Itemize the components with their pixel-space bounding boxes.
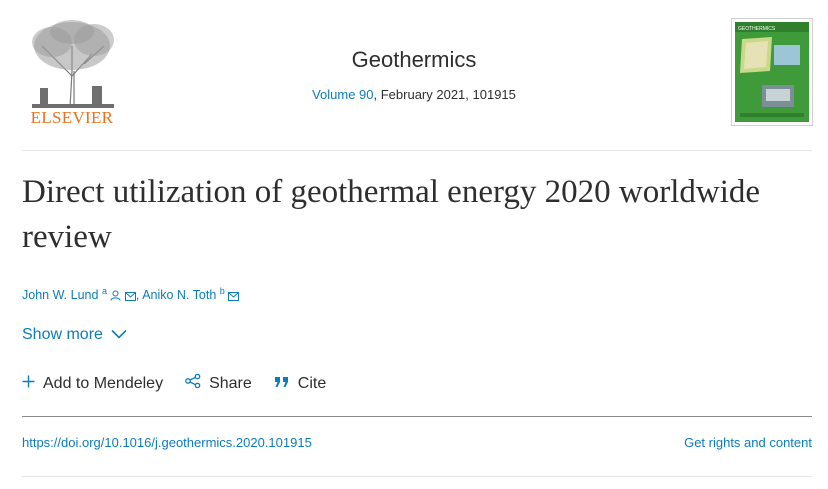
mail-icon[interactable] [228, 290, 240, 304]
show-more-button[interactable]: Show more [22, 326, 127, 344]
quote-icon [274, 375, 290, 393]
journal-title-block: Geothermics [0, 47, 828, 73]
article-title: Direct utilization of geothermal energy … [22, 174, 761, 255]
author-list: John W. Lund a , Aniko N. Toth b [22, 286, 240, 304]
footer-divider [22, 476, 812, 477]
cite-label: Cite [297, 374, 327, 392]
show-more-label: Show more [22, 326, 103, 343]
chevron-down-icon [111, 326, 127, 344]
share-button[interactable]: Share [185, 373, 252, 393]
share-label: Share [209, 374, 252, 392]
share-icon [185, 373, 201, 393]
toolbar-divider [22, 416, 812, 417]
doi-link[interactable]: https://doi.org/10.1016/j.geothermics.20… [22, 435, 312, 450]
author-link[interactable]: John W. Lund [22, 288, 98, 302]
article-toolbar: Add to Mendeley Share Cite [22, 373, 348, 393]
author-link[interactable]: Aniko N. Toth [142, 288, 216, 302]
rights-link[interactable]: Get rights and content [684, 435, 812, 450]
svg-text:GEOTHERMICS: GEOTHERMICS [738, 26, 776, 32]
journal-title[interactable]: Geothermics [0, 47, 828, 73]
volume-link[interactable]: Volume 90 [312, 87, 373, 102]
person-icon[interactable] [110, 290, 121, 304]
cite-button[interactable]: Cite [274, 375, 326, 393]
journal-issue-info: Volume 90, February 2021, 101915 [0, 87, 828, 102]
affiliation-marker[interactable]: a [102, 286, 107, 296]
plus-icon [22, 375, 35, 393]
elsevier-wordmark: ELSEVIER [30, 108, 114, 127]
article-header: ELSEVIER Geothermics Volume 90, February… [0, 0, 828, 150]
header-divider [22, 150, 812, 151]
journal-cover-image[interactable]: GEOTHERMICS [731, 18, 813, 126]
mail-icon[interactable] [124, 290, 136, 304]
affiliation-marker[interactable]: b [220, 286, 225, 296]
mendeley-label: Add to Mendeley [43, 374, 164, 392]
add-to-mendeley-button[interactable]: Add to Mendeley [22, 375, 163, 393]
issue-date: , February 2021, 101915 [373, 87, 516, 102]
